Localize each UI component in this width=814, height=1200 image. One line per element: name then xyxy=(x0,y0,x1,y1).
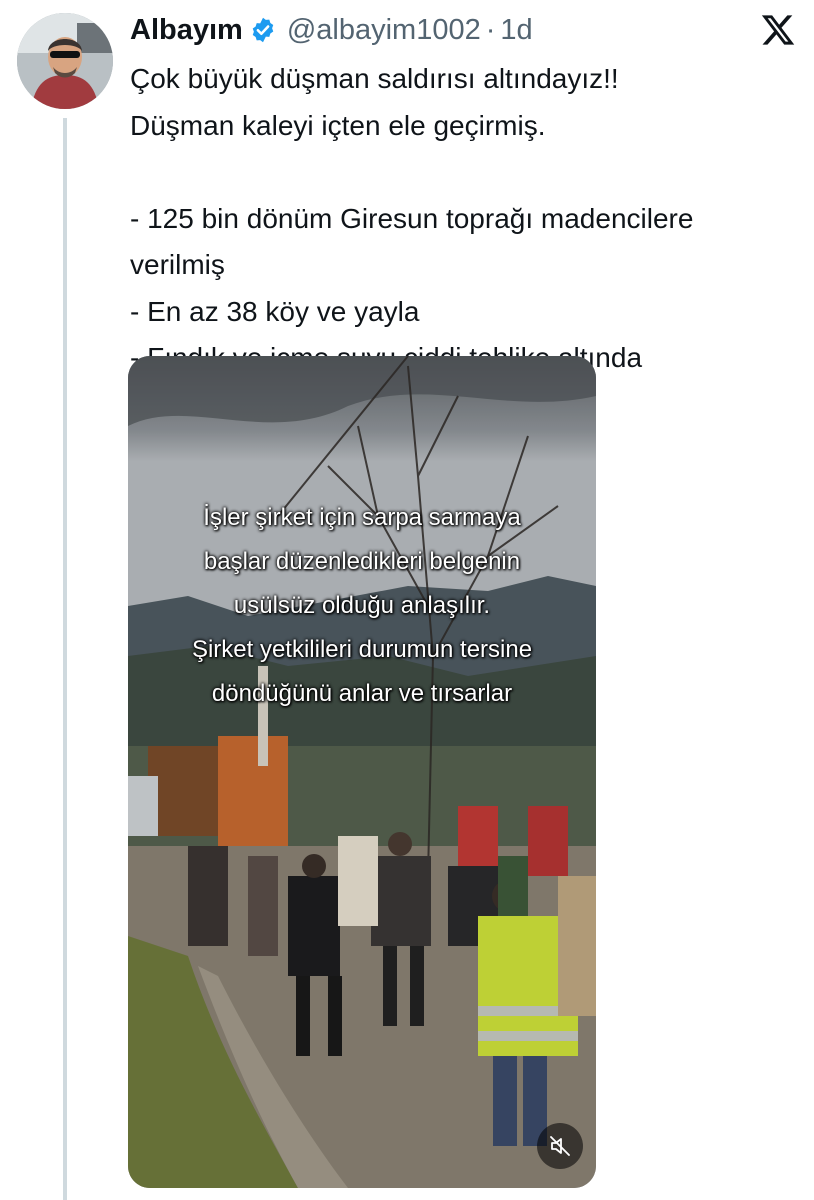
speaker-muted-icon xyxy=(550,1136,570,1156)
tweet-line: verilmiş xyxy=(130,249,225,280)
caption-line: usülsüz olduğu anlaşılır. xyxy=(233,592,491,619)
timestamp[interactable]: 1d xyxy=(500,14,532,47)
avatar-photo xyxy=(17,13,113,109)
avatar[interactable] xyxy=(17,13,113,109)
separator-dot: · xyxy=(485,13,496,46)
verified-badge-icon xyxy=(252,17,274,43)
tweet-header: Albayım @albayim1002 · 1d xyxy=(130,10,533,50)
tweet-text: Çok büyük düşman saldırısı altındayız!! … xyxy=(130,56,800,382)
display-name[interactable]: Albayım xyxy=(130,14,243,47)
tweet-line: Çok büyük düşman saldırısı altındayız!! xyxy=(130,63,619,94)
caption-line: başlar düzenledikleri belgenin xyxy=(203,548,521,575)
video-player[interactable]: İşler şirket için sarpa sarmaya başlar d… xyxy=(128,356,596,1188)
video-frame xyxy=(128,356,596,1188)
thread-line xyxy=(63,118,67,1200)
mute-button[interactable] xyxy=(537,1123,583,1169)
caption-line: İşler şirket için sarpa sarmaya xyxy=(203,504,521,531)
caption-line: Şirket yetkilileri durumun tersine xyxy=(191,636,533,663)
tweet-line xyxy=(130,149,800,196)
tweet-line: - En az 38 köy ve yayla xyxy=(130,295,420,327)
video-caption: İşler şirket için sarpa sarmaya başlar d… xyxy=(128,496,596,716)
tweet-line: - 125 bin dönüm Giresun toprağı madencil… xyxy=(130,202,694,234)
handle[interactable]: @albayim1002 xyxy=(287,14,481,47)
x-logo-icon[interactable] xyxy=(760,12,796,48)
tweet-line: Düşman kaleyi içten ele geçirmiş. xyxy=(130,109,546,141)
caption-line: döndüğünü anlar ve tırsarlar xyxy=(211,680,513,707)
